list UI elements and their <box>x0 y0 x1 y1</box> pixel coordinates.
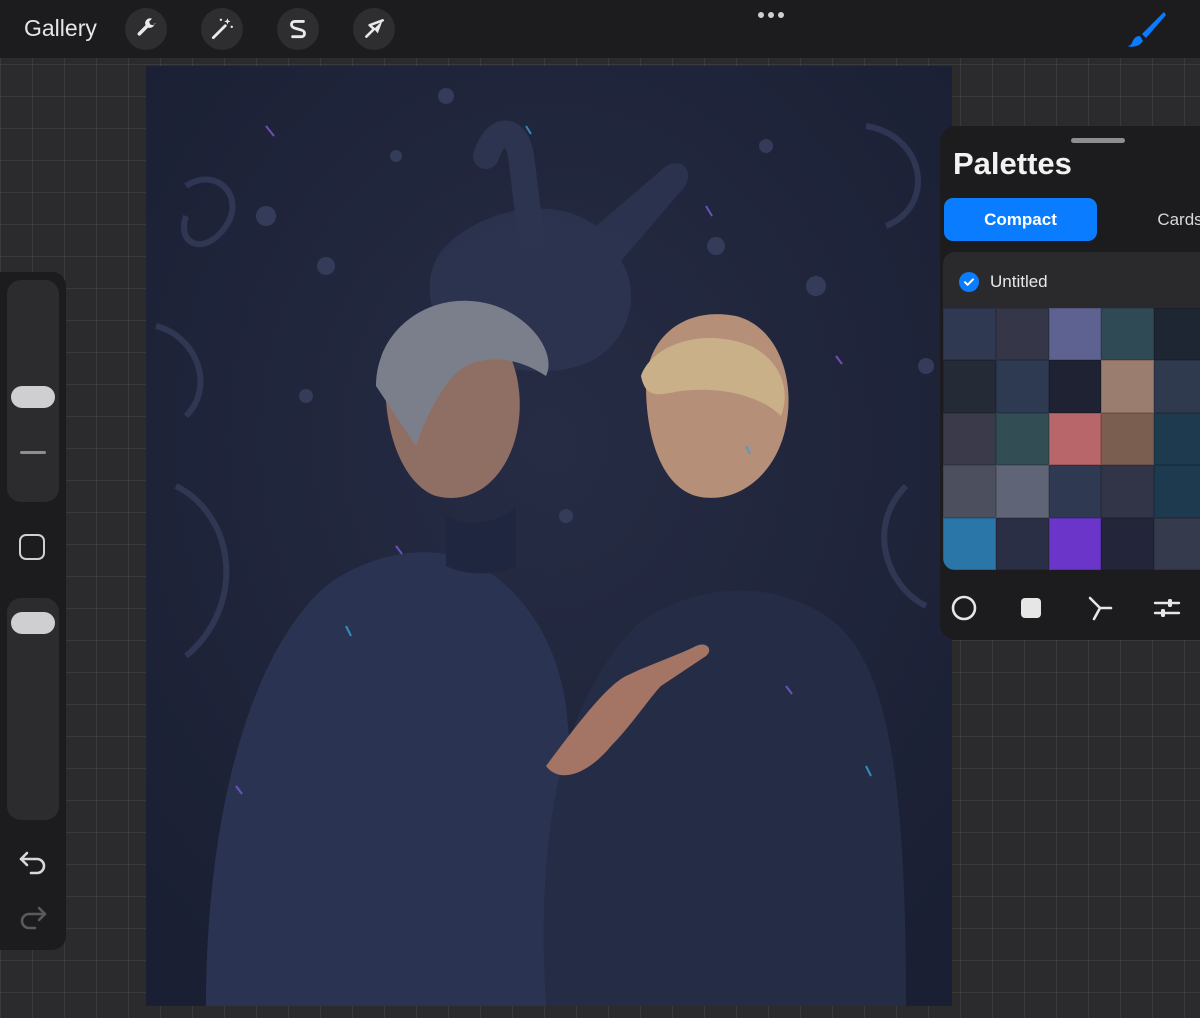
palette-card[interactable]: Untitled <box>943 252 1200 570</box>
gallery-button[interactable]: Gallery <box>24 15 97 42</box>
square-icon[interactable] <box>1015 592 1047 624</box>
palette-bottom-tools <box>940 588 1200 628</box>
color-swatch[interactable] <box>1048 360 1102 413</box>
color-swatch[interactable] <box>1048 517 1102 570</box>
actions-button[interactable] <box>125 8 167 50</box>
color-swatch[interactable] <box>1101 517 1155 570</box>
palette-header: Untitled <box>959 270 1048 294</box>
left-sidebar <box>0 272 66 950</box>
palettes-panel: Palettes Compact Cards Untitled <box>940 126 1200 640</box>
tab-cards[interactable]: Cards <box>1140 198 1200 241</box>
artwork-canvas[interactable] <box>146 66 952 1006</box>
color-swatch[interactable] <box>995 517 1049 570</box>
more-dots-icon[interactable] <box>756 10 786 20</box>
color-swatch[interactable] <box>1048 465 1102 518</box>
color-swatch[interactable] <box>943 412 996 466</box>
opacity-knob[interactable] <box>11 611 55 634</box>
undo-icon[interactable] <box>18 847 48 877</box>
palette-name: Untitled <box>990 272 1048 291</box>
brush-size-slider[interactable] <box>7 280 59 502</box>
color-swatch[interactable] <box>943 360 996 413</box>
selection-button[interactable] <box>277 8 319 50</box>
magic-wand-icon <box>211 18 233 40</box>
color-swatch[interactable] <box>943 517 996 570</box>
slider-tick <box>20 451 46 454</box>
color-swatch[interactable] <box>1048 412 1102 466</box>
color-swatch[interactable] <box>943 465 996 518</box>
redo-icon[interactable] <box>18 902 48 932</box>
color-swatch[interactable] <box>1154 412 1200 466</box>
opacity-slider[interactable] <box>7 598 59 820</box>
color-swatch[interactable] <box>1048 308 1102 361</box>
adjustments-button[interactable] <box>201 8 243 50</box>
artwork-illustration <box>146 66 952 1006</box>
color-swatch[interactable] <box>1101 412 1155 466</box>
color-swatch[interactable] <box>995 412 1049 466</box>
color-swatch[interactable] <box>1101 308 1155 361</box>
color-swatch[interactable] <box>1154 465 1200 518</box>
color-swatch[interactable] <box>1154 517 1200 570</box>
check-icon[interactable] <box>959 272 979 292</box>
transform-arrow-icon <box>365 19 384 38</box>
circle-icon[interactable] <box>948 592 980 624</box>
top-toolbar: Gallery <box>0 0 1200 58</box>
tab-compact[interactable]: Compact <box>944 198 1097 241</box>
color-swatch[interactable] <box>1154 360 1200 413</box>
swatch-grid <box>943 308 1200 570</box>
color-swatch[interactable] <box>1101 360 1155 413</box>
color-swatch[interactable] <box>995 465 1049 518</box>
color-swatch[interactable] <box>1101 465 1155 518</box>
transform-button[interactable] <box>353 8 395 50</box>
color-swatch[interactable] <box>1154 308 1200 361</box>
color-swatch[interactable] <box>995 308 1049 361</box>
selection-icon <box>290 20 306 39</box>
color-swatch[interactable] <box>995 360 1049 413</box>
symmetry-icon[interactable] <box>1084 592 1116 624</box>
modify-square-icon[interactable] <box>19 534 45 560</box>
wrench-icon <box>137 18 156 36</box>
panel-grabber[interactable] <box>1071 138 1125 143</box>
panel-title: Palettes <box>953 146 1072 181</box>
sliders-icon[interactable] <box>1151 592 1183 624</box>
brush-size-knob[interactable] <box>11 385 55 408</box>
brush-icon[interactable] <box>1124 10 1168 48</box>
color-swatch[interactable] <box>943 308 996 361</box>
